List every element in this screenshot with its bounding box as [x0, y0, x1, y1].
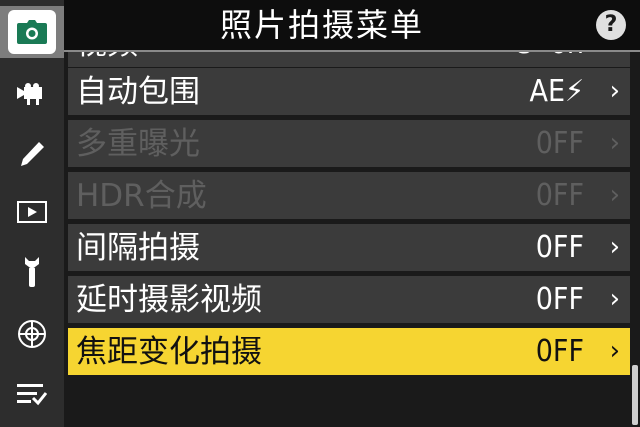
menu-item-hdr-overlay: HDR合成 0FF ›: [68, 172, 630, 220]
menu-item-value: 0FF: [535, 334, 584, 369]
menu-item-interval-shooting[interactable]: 间隔拍摄 0FF ›: [68, 224, 630, 272]
menu-item-value: «3»on: [500, 52, 584, 68]
menu-item-label: 视频: [76, 52, 138, 68]
menu-item-label: 多重曝光: [76, 126, 200, 162]
menu-item-value: 0FF: [535, 230, 584, 265]
menu-item-value: AE⚡: [529, 74, 584, 109]
page-title: 照片拍摄菜单: [219, 6, 424, 44]
menu-item-label: HDR合成: [76, 178, 207, 214]
playback-icon: [17, 201, 47, 223]
menu-item-label: 焦距变化拍摄: [76, 334, 262, 370]
sidebar-item-my-menu[interactable]: [0, 368, 64, 420]
network-icon: [18, 320, 46, 348]
sidebar-item-photo-shooting[interactable]: [0, 6, 64, 58]
help-icon[interactable]: ?: [596, 10, 626, 40]
video-camera-icon: [17, 83, 42, 105]
wrench-icon: [25, 257, 39, 287]
active-tab-badge: [8, 10, 56, 54]
menu-item-video[interactable]: 视频 «3»on ›: [68, 52, 630, 68]
sidebar-item-movie[interactable]: [0, 68, 64, 120]
chevron-right-icon: ›: [609, 284, 620, 314]
scrollbar-thumb[interactable]: [632, 365, 638, 425]
pencil-icon: [21, 142, 44, 166]
title-bar: 照片拍摄菜单 ?: [64, 0, 640, 52]
chevron-right-icon: ›: [609, 336, 620, 366]
sidebar-item-network[interactable]: [0, 308, 64, 360]
menu-item-label: 间隔拍摄: [76, 230, 200, 266]
chevron-right-icon: ›: [609, 232, 620, 262]
sidebar-item-playback[interactable]: [0, 186, 64, 238]
camera-icon: [17, 20, 47, 44]
menu-item-label: 延时摄影视频: [76, 282, 262, 318]
my-menu-icon: [17, 384, 47, 406]
sidebar: [0, 0, 64, 427]
menu-item-auto-bracketing[interactable]: 自动包围 AE⚡ ›: [68, 68, 630, 116]
menu-item-multiple-exposure: 多重曝光 0FF ›: [68, 120, 630, 168]
chevron-right-icon: ›: [610, 52, 620, 68]
sidebar-item-custom-settings[interactable]: [0, 128, 64, 180]
menu-item-value: 0FF: [535, 178, 584, 213]
scrollbar[interactable]: [630, 52, 640, 427]
chevron-right-icon: ›: [609, 76, 620, 106]
menu-item-value: 0FF: [535, 282, 584, 317]
menu-item-label: 自动包围: [76, 74, 200, 110]
menu-item-focus-shift-shooting[interactable]: 焦距变化拍摄 0FF ›: [68, 328, 630, 376]
chevron-right-icon: ›: [609, 180, 620, 210]
menu-list: 视频 «3»on › 自动包围 AE⚡ › 多重曝光 0FF › HDR合成 0…: [64, 52, 630, 427]
menu-item-time-lapse-movie[interactable]: 延时摄影视频 0FF ›: [68, 276, 630, 324]
sidebar-item-setup[interactable]: [0, 246, 64, 298]
chevron-right-icon: ›: [609, 128, 620, 158]
menu-item-value: 0FF: [535, 126, 584, 161]
